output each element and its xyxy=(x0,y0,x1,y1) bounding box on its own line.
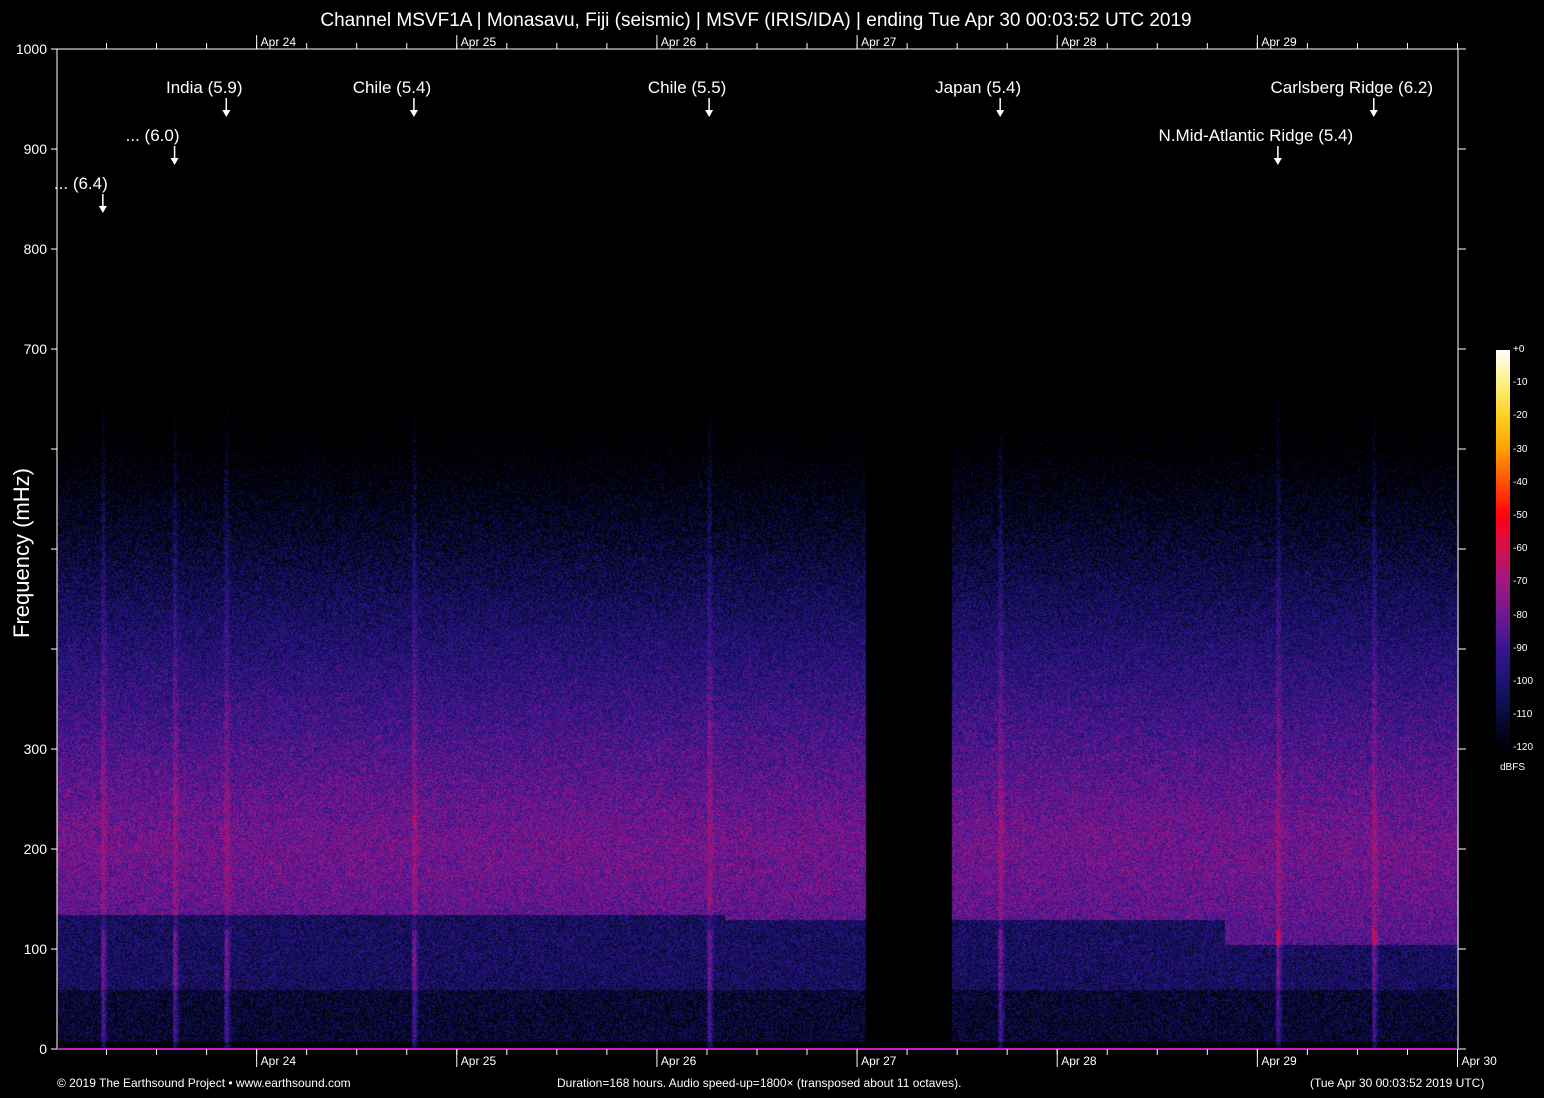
event-arrowhead-icon xyxy=(1370,110,1378,117)
colorbar-tick-label: -90 xyxy=(1513,643,1527,654)
y-tick-label: 200 xyxy=(24,841,48,857)
event-label: ... (6.0) xyxy=(126,126,180,145)
event-label: Chile (5.5) xyxy=(648,78,726,97)
event-arrowhead-icon xyxy=(410,110,418,117)
event-arrowhead-icon xyxy=(171,158,179,165)
x-tick-label: Apr 29 xyxy=(1261,1054,1297,1068)
event-label: N.Mid-Atlantic Ridge (5.4) xyxy=(1159,126,1354,145)
colorbar-tick-label: -50 xyxy=(1513,510,1527,521)
x-tick-label-top: Apr 24 xyxy=(261,35,297,49)
x-tick-label-top: Apr 27 xyxy=(861,35,897,49)
footer-timestamp: (Tue Apr 30 00:03:52 2019 UTC) xyxy=(1310,1076,1484,1090)
event-label: ... (6.4) xyxy=(54,174,108,193)
event-label: Chile (5.4) xyxy=(353,78,431,97)
colorbar-tick-label: -80 xyxy=(1513,610,1527,621)
y-tick-label: 0 xyxy=(39,1041,47,1057)
event-arrowhead-icon xyxy=(996,110,1004,117)
y-tick-label: 300 xyxy=(24,741,48,757)
footer-duration: Duration=168 hours. Audio speed-up=1800×… xyxy=(557,1076,961,1090)
event-arrowhead-icon xyxy=(99,206,107,213)
colorbar-unit: dBFS xyxy=(1500,762,1525,773)
y-tick-label: 900 xyxy=(24,141,48,157)
x-tick-label: Apr 28 xyxy=(1061,1054,1097,1068)
colorbar xyxy=(1496,350,1510,748)
x-tick-label: Apr 25 xyxy=(461,1054,497,1068)
colorbar-tick-label: -110 xyxy=(1513,709,1532,720)
colorbar-tick-label: -100 xyxy=(1513,676,1533,687)
colorbar-tick-label: +0 xyxy=(1513,344,1524,355)
event-arrowhead-icon xyxy=(1274,158,1282,165)
event-label: Carlsberg Ridge (6.2) xyxy=(1271,78,1434,97)
x-tick-label: Apr 24 xyxy=(261,1054,297,1068)
event-arrowhead-icon xyxy=(222,110,230,117)
colorbar-tick-label: -60 xyxy=(1513,543,1527,554)
colorbar-tick-label: -10 xyxy=(1513,377,1527,388)
event-label: Japan (5.4) xyxy=(935,78,1021,97)
colorbar-tick-label: -70 xyxy=(1513,576,1527,587)
footer-copyright: © 2019 The Earthsound Project • www.eart… xyxy=(57,1076,351,1090)
colorbar-tick-label: -40 xyxy=(1513,477,1527,488)
x-tick-label: Apr 27 xyxy=(861,1054,897,1068)
y-tick-label: 1000 xyxy=(16,41,47,57)
y-axis-label: Frequency (mHz) xyxy=(9,453,35,653)
event-label: India (5.9) xyxy=(166,78,243,97)
colorbar-tick-label: -120 xyxy=(1513,742,1533,753)
x-tick-label-top: Apr 29 xyxy=(1261,35,1297,49)
colorbar-tick-label: -30 xyxy=(1513,444,1527,455)
plot-frame xyxy=(57,49,1458,1049)
colorbar-tick-label: -20 xyxy=(1513,410,1527,421)
x-tick-label: Apr 30 xyxy=(1461,1054,1497,1068)
x-tick-label-top: Apr 28 xyxy=(1061,35,1097,49)
y-tick-label: 700 xyxy=(24,341,48,357)
y-tick-label: 100 xyxy=(24,941,48,957)
x-tick-label-top: Apr 26 xyxy=(661,35,697,49)
x-tick-label-top: Apr 25 xyxy=(461,35,497,49)
event-arrowhead-icon xyxy=(705,110,713,117)
x-tick-label: Apr 26 xyxy=(661,1054,697,1068)
axes: 0 100 200 300 700 800 900 1000 Apr 24 Apr 24 Apr 2… xyxy=(0,0,1544,1098)
y-tick-label: 800 xyxy=(24,241,48,257)
